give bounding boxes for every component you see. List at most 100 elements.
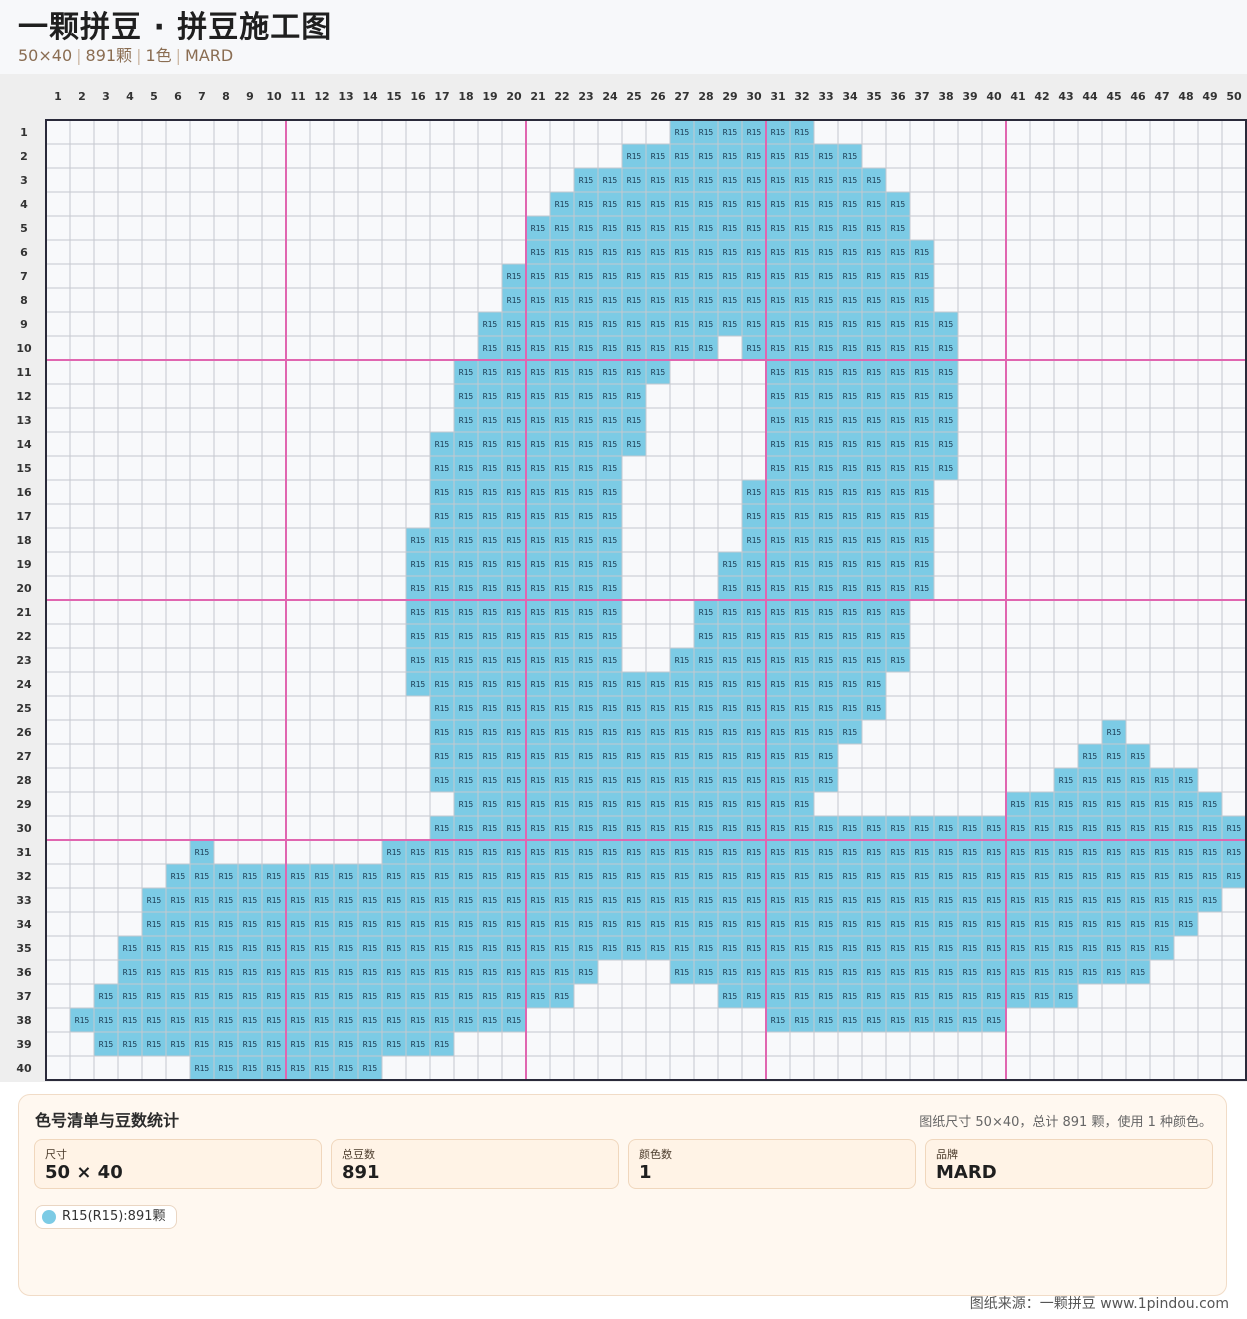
bead-code: R15 <box>363 992 378 1001</box>
bead-code: R15 <box>867 608 882 617</box>
row-number: 26 <box>16 726 32 739</box>
color-legend-chip[interactable]: R15(R15):891颗 <box>35 1205 177 1229</box>
bead-code: R15 <box>723 560 738 569</box>
bead-code: R15 <box>627 752 642 761</box>
bead-code: R15 <box>963 848 978 857</box>
bead-code: R15 <box>651 728 666 737</box>
bead-code: R15 <box>915 248 930 257</box>
bead-code: R15 <box>531 296 546 305</box>
source-credit: 图纸来源：一颗拼豆 www.1pindou.com <box>969 1296 1229 1312</box>
bead-code: R15 <box>771 320 786 329</box>
bead-code: R15 <box>651 296 666 305</box>
row-number: 12 <box>16 390 31 403</box>
bead-code: R15 <box>675 896 690 905</box>
bead-code: R15 <box>339 896 354 905</box>
bead-code: R15 <box>1011 992 1026 1001</box>
bead-code: R15 <box>579 968 594 977</box>
bead-code: R15 <box>459 536 474 545</box>
bead-code: R15 <box>627 944 642 953</box>
bead-code: R15 <box>507 584 522 593</box>
bead-code: R15 <box>1059 776 1074 785</box>
bead-code: R15 <box>843 872 858 881</box>
bead-code: R15 <box>531 896 546 905</box>
bead-code: R15 <box>1203 824 1218 833</box>
bead-code: R15 <box>675 656 690 665</box>
bead-code: R15 <box>219 1040 234 1049</box>
bead-code: R15 <box>219 944 234 953</box>
bead-code: R15 <box>483 920 498 929</box>
bead-code: R15 <box>771 896 786 905</box>
row-number: 13 <box>16 414 31 427</box>
bead-code: R15 <box>771 704 786 713</box>
bead-code: R15 <box>507 560 522 569</box>
bead-code: R15 <box>891 920 906 929</box>
bead-code: R15 <box>843 968 858 977</box>
column-number: 45 <box>1106 90 1121 103</box>
bead-code: R15 <box>723 128 738 137</box>
bead-code: R15 <box>579 176 594 185</box>
bead-code: R15 <box>723 680 738 689</box>
bead-code: R15 <box>987 992 1002 1001</box>
bead-code: R15 <box>987 944 1002 953</box>
row-number: 6 <box>20 246 28 259</box>
bead-code: R15 <box>483 344 498 353</box>
bead-code: R15 <box>819 896 834 905</box>
bead-code: R15 <box>723 872 738 881</box>
bead-code: R15 <box>1035 896 1050 905</box>
bead-code: R15 <box>819 512 834 521</box>
bead-code: R15 <box>819 1016 834 1025</box>
bead-code: R15 <box>243 1064 258 1073</box>
bead-code: R15 <box>795 344 810 353</box>
bead-code: R15 <box>555 272 570 281</box>
bead-code: R15 <box>579 632 594 641</box>
bead-code: R15 <box>531 680 546 689</box>
bead-code: R15 <box>1179 920 1194 929</box>
bead-code: R15 <box>675 752 690 761</box>
bead-code: R15 <box>771 920 786 929</box>
bead-code: R15 <box>459 632 474 641</box>
bead-code: R15 <box>795 440 810 449</box>
bead-code: R15 <box>195 992 210 1001</box>
bead-code: R15 <box>291 872 306 881</box>
bead-code: R15 <box>1059 848 1074 857</box>
bead-code: R15 <box>819 200 834 209</box>
bead-code: R15 <box>123 1016 138 1025</box>
bead-grid[interactable]: R15 R15 R15 R15 R15 R15 R15 R15 R15 R15 R15 R15 R15 R… <box>0 74 1247 1082</box>
bead-code: R15 <box>843 920 858 929</box>
color-legend-text: R15(R15):891颗 <box>62 1209 166 1224</box>
bead-code: R15 <box>507 704 522 713</box>
bead-code: R15 <box>795 176 810 185</box>
bead-code: R15 <box>987 824 1002 833</box>
row-number: 25 <box>16 702 31 715</box>
bead-code: R15 <box>531 560 546 569</box>
bead-code: R15 <box>795 1016 810 1025</box>
bead-code: R15 <box>675 152 690 161</box>
column-number: 30 <box>746 90 762 103</box>
bead-code: R15 <box>699 608 714 617</box>
bead-code: R15 <box>771 224 786 233</box>
bead-code: R15 <box>675 344 690 353</box>
bead-code: R15 <box>579 368 594 377</box>
bead-code: R15 <box>459 680 474 689</box>
bead-pattern-board[interactable]: R15 R15 R15 R15 R15 R15 R15 R15 R15 R15 R15 R15 R15 R… <box>0 74 1247 1082</box>
bead-code: R15 <box>315 872 330 881</box>
subtitle-count: 891颗 <box>85 46 133 65</box>
bead-code: R15 <box>603 176 618 185</box>
row-number: 18 <box>16 534 31 547</box>
bead-code: R15 <box>435 848 450 857</box>
bead-code: R15 <box>603 776 618 785</box>
bead-code: R15 <box>555 488 570 497</box>
bead-code: R15 <box>819 368 834 377</box>
bead-code: R15 <box>987 1016 1002 1025</box>
bead-code: R15 <box>267 896 282 905</box>
bead-code: R15 <box>747 272 762 281</box>
bead-code: R15 <box>483 800 498 809</box>
bead-code: R15 <box>843 536 858 545</box>
bead-code: R15 <box>843 680 858 689</box>
bead-code: R15 <box>819 944 834 953</box>
bead-code: R15 <box>459 800 474 809</box>
row-number: 40 <box>16 1062 32 1075</box>
bead-code: R15 <box>795 608 810 617</box>
column-number: 26 <box>650 90 666 103</box>
bead-code: R15 <box>387 1040 402 1049</box>
